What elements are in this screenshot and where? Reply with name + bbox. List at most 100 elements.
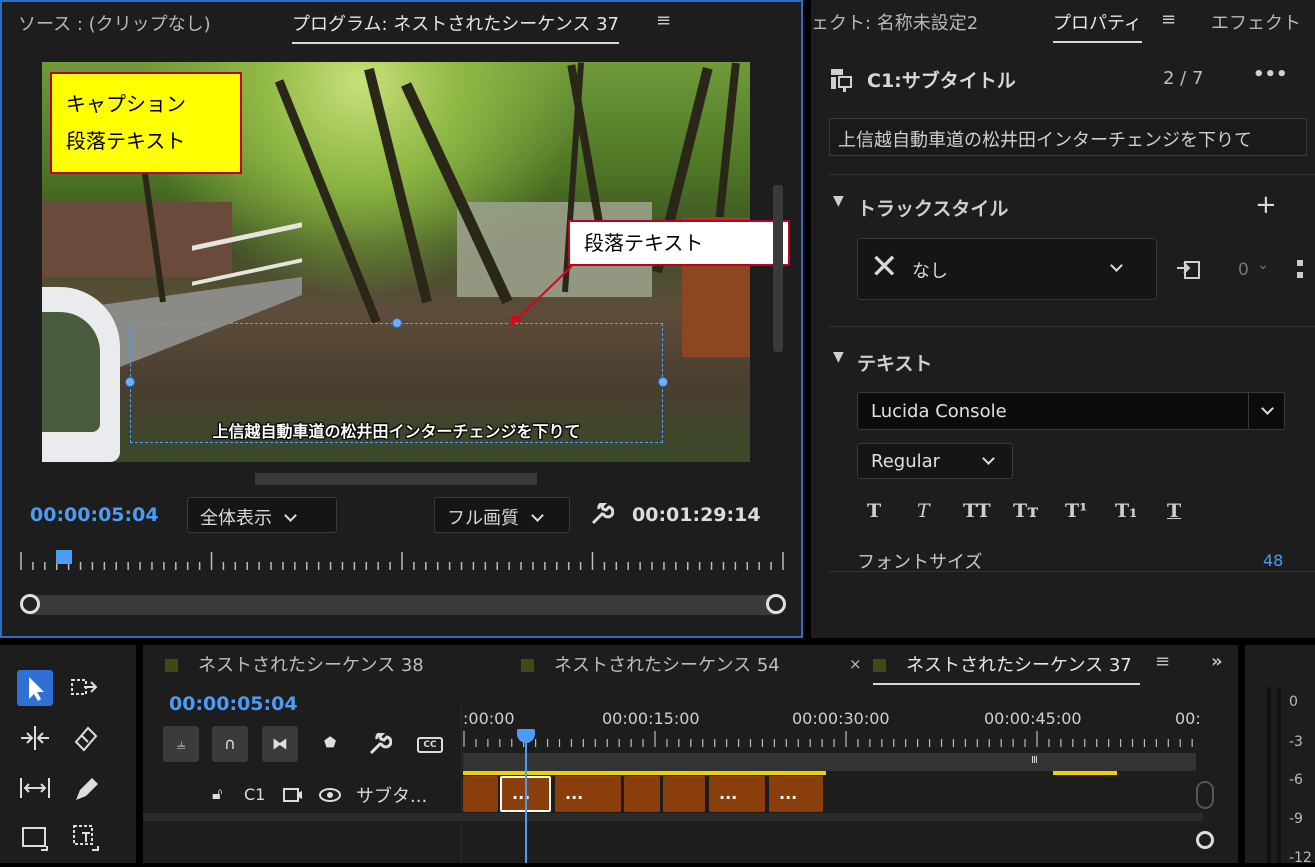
caption-clip[interactable]: ... [709, 776, 765, 812]
eye-icon[interactable] [318, 786, 342, 804]
resize-handle-left[interactable] [125, 377, 135, 387]
close-icon[interactable]: × [849, 655, 862, 673]
captions-icon[interactable]: CC [417, 737, 443, 753]
zoom-level-select[interactable]: 全体表示 [187, 497, 337, 533]
font-size-value[interactable]: 48 [1263, 551, 1283, 570]
selection-tool-icon[interactable] [17, 670, 53, 706]
vertical-more-icon[interactable] [1297, 260, 1303, 278]
playhead-marker[interactable] [56, 550, 73, 564]
superscript-button[interactable]: T¹ [1065, 500, 1087, 522]
tab-sequence-54[interactable]: ネストされたシーケンス 54 [521, 651, 780, 677]
zoom-start-knob[interactable] [20, 594, 40, 614]
linked-selection-icon[interactable]: ⧓ [262, 726, 298, 762]
tab-source[interactable]: ソース : (クリップなし) [18, 10, 211, 36]
tab-effect-controls[interactable]: ェクト: 名称未設定2 [811, 9, 978, 35]
timeline-timecode[interactable]: 00:00:05:04 [169, 693, 298, 715]
playhead-line[interactable] [525, 733, 527, 863]
annotation-callout-caption: キャプション 段落テキスト [50, 72, 242, 174]
mini-time-ruler[interactable] [20, 550, 784, 572]
font-style-select[interactable]: Regular [857, 443, 1013, 479]
push-style-icon[interactable] [1175, 256, 1203, 282]
properties-panel: ェクト: 名称未設定2 プロパティ ≡ エフェクト C1:サブタイトル 2 / … [811, 0, 1315, 638]
playhead-timecode[interactable]: 00:00:05:04 [30, 504, 159, 526]
snap-icon[interactable]: ∩ [212, 726, 248, 762]
horizontal-scrollbar[interactable] [255, 473, 537, 485]
underline-button[interactable]: T [1167, 500, 1181, 522]
zoom-end-knob[interactable] [766, 594, 786, 614]
caption-counter: 2 / 7 [1163, 68, 1204, 89]
faux-bold-button[interactable]: T [867, 500, 881, 522]
pen-tool-icon[interactable] [68, 770, 104, 806]
callout-line: キャプション [66, 92, 186, 116]
meter-bar [1267, 687, 1271, 863]
caption-clip[interactable] [663, 776, 705, 812]
faux-italic-button[interactable]: T [917, 500, 930, 522]
wrench-icon[interactable] [590, 503, 614, 527]
chevron-down-icon[interactable]: ⌄ [1257, 257, 1269, 273]
caption-clip[interactable]: ... [555, 776, 621, 812]
font-family-value: Lucida Console [871, 401, 1007, 422]
caption-bounding-box[interactable]: 上信越自動車道の松井田インターチェンジを下りて [125, 318, 668, 443]
chevron-down-icon[interactable]: ▼ [833, 193, 844, 209]
tab-sequence-38[interactable]: ネストされたシーケンス 38 [165, 651, 424, 677]
add-style-icon[interactable]: + [1255, 190, 1277, 220]
ripple-edit-tool-icon[interactable] [17, 720, 53, 756]
tab-properties[interactable]: プロパティ [1053, 9, 1142, 43]
razor-tool-icon[interactable] [68, 720, 104, 756]
tab-effects[interactable]: エフェクト [1211, 9, 1301, 35]
more-options-icon[interactable]: ••• [1253, 64, 1288, 85]
annotation-arrow [510, 265, 573, 326]
playback-quality-select[interactable]: フル画質 [434, 497, 570, 533]
in-out-range [463, 771, 826, 775]
view-zoom-scrollbar[interactable] [20, 594, 786, 615]
ruler-label: 00: [1175, 709, 1201, 728]
slip-tool-icon[interactable] [17, 770, 53, 806]
font-family-select[interactable]: Lucida Console [857, 392, 1285, 430]
nest-toggle-icon[interactable]: ⫨ [163, 726, 199, 762]
overflow-icon[interactable]: » [1211, 651, 1223, 672]
resize-handle-right[interactable] [658, 377, 668, 387]
track-style-header[interactable]: トラックスタイル [857, 194, 1008, 221]
caption-clip[interactable] [463, 776, 498, 812]
track-select-tool-icon[interactable] [68, 670, 104, 706]
small-caps-button[interactable]: Tт [1013, 500, 1039, 522]
style-count[interactable]: 0 [1238, 260, 1249, 280]
subscript-button[interactable]: T₁ [1115, 500, 1137, 522]
caption-text[interactable]: 上信越自動車道の松井田インターチェンジを下りて [131, 418, 662, 442]
panel-menu-icon[interactable]: ≡ [656, 10, 671, 31]
track-style-select[interactable]: ✕ なし [857, 238, 1157, 300]
divider [461, 705, 462, 863]
resize-handle-top[interactable] [392, 318, 402, 328]
chevron-down-icon [284, 509, 297, 522]
timeline-panel: ネストされたシーケンス 38 ネストされたシーケンス 54 × ネストされたシー… [143, 645, 1238, 863]
rectangle-tool-icon[interactable] [17, 820, 53, 856]
tab-program[interactable]: プログラム: ネストされたシーケンス 37 [292, 10, 619, 44]
program-monitor-panel: ソース : (クリップなし) プログラム: ネストされたシーケンス 37 ≡ 上… [0, 0, 803, 638]
chevron-down-icon [1110, 259, 1123, 272]
callout-line: 段落テキスト [66, 129, 186, 153]
lock-icon[interactable]: 🔓︎ [212, 784, 222, 804]
add-marker-icon[interactable]: ⬟ [324, 735, 336, 751]
text-section-header[interactable]: テキスト [857, 349, 932, 376]
zoom-level-value: 全体表示 [200, 508, 272, 529]
wrench-icon[interactable] [368, 733, 392, 757]
text-tool-icon[interactable] [68, 820, 104, 856]
panel-menu-icon[interactable]: ≡ [1161, 9, 1176, 30]
work-area-bar[interactable] [463, 753, 1196, 771]
caption-clip[interactable]: ... [769, 776, 823, 812]
track-height-scroll[interactable] [1196, 781, 1214, 809]
chevron-down-icon[interactable]: ▼ [833, 349, 844, 365]
zoom-knob[interactable] [1196, 831, 1214, 849]
panel-menu-icon[interactable]: ≡ [1155, 651, 1170, 672]
vertical-scrollbar[interactable] [773, 185, 783, 352]
caption-track-icon[interactable] [282, 785, 304, 805]
timeline-time-ruler[interactable] [463, 731, 1198, 751]
tab-sequence-37[interactable]: ネストされたシーケンス 37 [873, 651, 1140, 685]
divider [1248, 393, 1249, 429]
caption-text-field[interactable]: 上信越自動車道の松井田インターチェンジを下りて [829, 118, 1307, 156]
caption-title: C1:サブタイトル [867, 70, 1016, 92]
tab-label: ネストされたシーケンス 38 [198, 655, 424, 676]
caption-clip[interactable] [624, 776, 660, 812]
tools-panel [0, 645, 136, 863]
all-caps-button[interactable]: TT [963, 500, 991, 522]
